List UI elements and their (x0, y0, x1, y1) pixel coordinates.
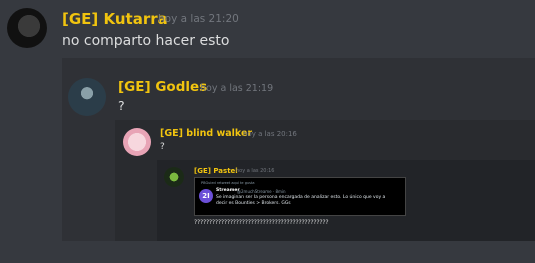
message-text: ? (160, 142, 165, 152)
timestamp: hoy a las 20:16 (243, 130, 297, 138)
tweet-logo-icon: 2I (199, 189, 213, 203)
tweet-handle: @2muchStreame · 8min (237, 188, 286, 194)
avatar-pastel (164, 167, 184, 187)
message-text: ? (118, 98, 125, 113)
avatar-blind-walker (123, 128, 151, 156)
message-text: no comparto hacer esto (62, 33, 230, 49)
tweet-text-line: decir es Bounties > Brokers. GGs (216, 201, 291, 206)
timestamp: hoy a las 21:19 (200, 83, 274, 94)
chat-bottom-area (0, 241, 535, 263)
message-text: ????????????????????????????????????????… (194, 219, 329, 226)
tweet-header: PBGuied retweet aquí te gusta (201, 181, 255, 185)
avatar-godles (68, 78, 106, 116)
username-kutarra[interactable]: [GE] Kutarra (62, 10, 168, 28)
timestamp: hoy a las 21:20 (158, 13, 239, 25)
tweet-text-line: Se imaginan ser la persona encargada de … (216, 195, 386, 200)
timestamp: hoy a las 20:16 (236, 168, 275, 174)
username-blind-walker: [GE] blind walker (160, 128, 253, 139)
username-godles: [GE] Godles (118, 79, 208, 95)
username-pastel: [GE] Pastel (194, 167, 238, 175)
avatar-kutarra[interactable] (7, 8, 47, 48)
